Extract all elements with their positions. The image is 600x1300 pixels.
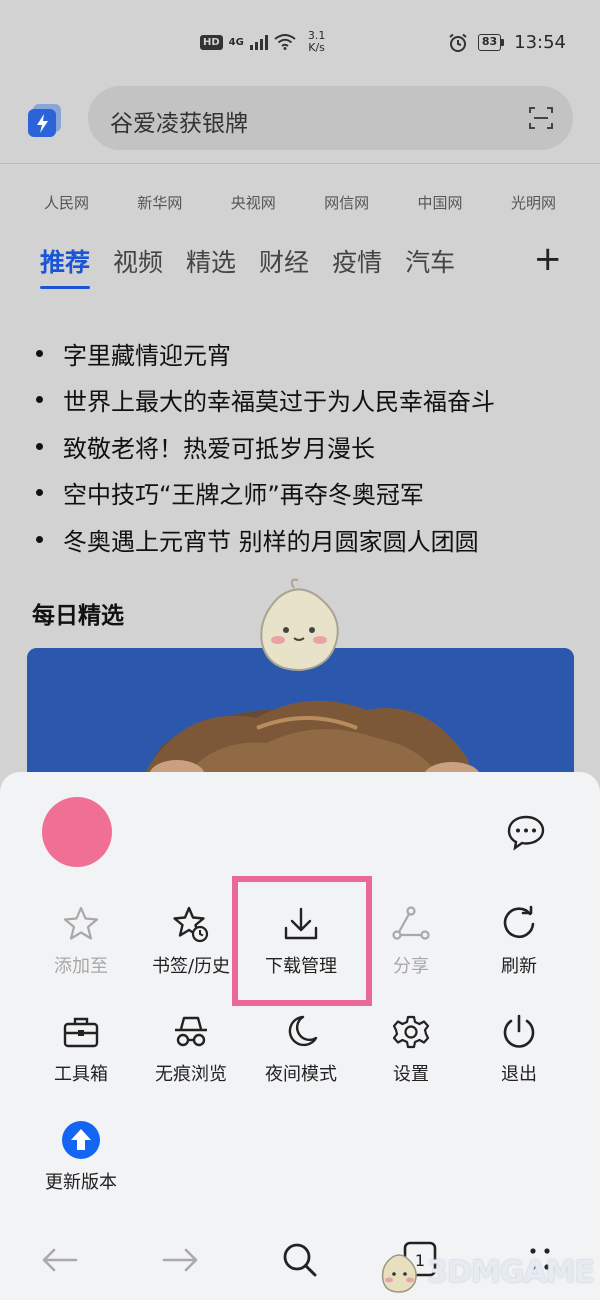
add-to-button[interactable]: 添加至 bbox=[26, 904, 136, 978]
night-mode-button[interactable]: 夜间模式 bbox=[246, 1012, 356, 1086]
menu-label: 书签/历史 bbox=[151, 956, 231, 977]
tab-epidemic[interactable]: 疫情 bbox=[332, 243, 382, 279]
quick-site-link[interactable]: 央视网 bbox=[207, 192, 300, 213]
back-arrow-icon[interactable] bbox=[38, 1238, 82, 1282]
headline-item[interactable]: 字里藏情迎元宵 bbox=[36, 330, 495, 377]
power-icon bbox=[503, 1014, 535, 1048]
headline-text: 空中技巧“王牌之师”再夺冬奥冠军 bbox=[63, 481, 424, 510]
browser-logo-icon[interactable] bbox=[27, 102, 63, 138]
menu-label: 夜间模式 bbox=[265, 1064, 337, 1085]
status-left: HD 4G 3.1 K/s bbox=[200, 30, 325, 54]
incognito-icon bbox=[175, 1016, 207, 1047]
search-input[interactable]: 谷爱凌获银牌 bbox=[88, 86, 573, 150]
refresh-icon bbox=[503, 905, 535, 939]
bottom-navigation: 1 3DMGAME bbox=[0, 1228, 600, 1300]
tab-recommend[interactable]: 推荐 bbox=[40, 243, 91, 289]
quick-site-link[interactable]: 中国网 bbox=[394, 192, 487, 213]
menu-label: 刷新 bbox=[501, 956, 537, 977]
tab-featured[interactable]: 精选 bbox=[186, 243, 236, 279]
battery-level: 83 bbox=[477, 34, 502, 51]
menu-label: 添加至 bbox=[54, 956, 108, 977]
settings-button[interactable]: 设置 bbox=[356, 1012, 466, 1086]
headline-item[interactable]: 冬奥遇上元宵节 别样的月圆家圆人团圆 bbox=[36, 516, 495, 563]
quick-site-link[interactable]: 新华网 bbox=[113, 192, 206, 213]
headline-text: 字里藏情迎元宵 bbox=[63, 341, 231, 370]
watermark: 3DMGAME bbox=[375, 1250, 595, 1294]
tab-video[interactable]: 视频 bbox=[113, 243, 163, 279]
menu-label: 退出 bbox=[501, 1064, 537, 1085]
incognito-button[interactable]: 无痕浏览 bbox=[136, 1012, 246, 1086]
menu-label: 无痕浏览 bbox=[155, 1064, 227, 1085]
status-bar: HD 4G 3.1 K/s 83 13:54 bbox=[0, 0, 600, 80]
net-speed-unit: K/s bbox=[308, 41, 325, 54]
tab-auto[interactable]: 汽车 bbox=[405, 243, 455, 279]
channel-tabs: 推荐 视频 精选 财经 疫情 汽车 bbox=[40, 243, 455, 289]
headline-text: 冬奥遇上元宵节 别样的月圆家圆人团圆 bbox=[63, 527, 479, 556]
search-icon[interactable] bbox=[278, 1238, 322, 1282]
headline-text: 世界上最大的幸福莫过于为人民幸福奋斗 bbox=[63, 388, 495, 417]
quick-site-link[interactable]: 光明网 bbox=[487, 192, 580, 213]
headline-item[interactable]: 空中技巧“王牌之师”再夺冬奥冠军 bbox=[36, 470, 495, 517]
gear-icon bbox=[392, 1015, 430, 1049]
menu-label: 设置 bbox=[393, 1064, 429, 1085]
net-speed: 3.1 K/s bbox=[308, 30, 326, 54]
clock: 13:54 bbox=[514, 32, 566, 53]
header-divider bbox=[0, 163, 600, 164]
upgrade-arrow-icon bbox=[62, 1121, 100, 1159]
headline-item[interactable]: 致敬老将！热爱可抵岁月漫长 bbox=[36, 423, 495, 470]
mascot-watermark-icon bbox=[260, 578, 339, 672]
signal-icon bbox=[249, 34, 268, 50]
bottom-menu-sheet: 添加至 书签/历史 下载管理 分享 刷新 工具箱 无痕浏览 夜间模式 设置 退出 bbox=[0, 772, 600, 1300]
bookmarks-history-button[interactable]: 书签/历史 bbox=[136, 904, 246, 978]
network-type: 4G bbox=[228, 36, 244, 48]
quick-site-link[interactable]: 网信网 bbox=[300, 192, 393, 213]
menu-label: 工具箱 bbox=[54, 1064, 108, 1085]
watermark-text: 3DMGAME bbox=[427, 1254, 595, 1290]
exit-button[interactable]: 退出 bbox=[464, 1012, 574, 1086]
menu-label: 更新版本 bbox=[45, 1172, 117, 1193]
toolbox-button[interactable]: 工具箱 bbox=[26, 1012, 136, 1086]
watermark-mascot-icon bbox=[382, 1254, 418, 1293]
headline-text: 致敬老将！热爱可抵岁月漫长 bbox=[63, 434, 375, 463]
share-icon bbox=[392, 906, 430, 940]
status-right: 83 13:54 bbox=[448, 32, 566, 53]
daily-section-title: 每日精选 bbox=[32, 603, 124, 629]
star-icon bbox=[63, 906, 99, 940]
forward-arrow-icon[interactable] bbox=[158, 1238, 202, 1282]
message-icon[interactable] bbox=[506, 812, 546, 852]
scan-icon[interactable] bbox=[527, 104, 555, 132]
star-clock-icon bbox=[173, 906, 209, 943]
headline-item[interactable]: 世界上最大的幸福莫过于为人民幸福奋斗 bbox=[36, 377, 495, 424]
moon-icon bbox=[288, 1015, 318, 1047]
highlight-annotation bbox=[232, 876, 372, 1006]
search-row: 谷爱凌获银牌 bbox=[0, 86, 600, 152]
quick-site-link[interactable]: 人民网 bbox=[20, 192, 113, 213]
toolbox-icon bbox=[63, 1017, 99, 1048]
add-channel-icon[interactable]: + bbox=[534, 242, 563, 276]
avatar[interactable] bbox=[42, 797, 112, 867]
update-version-button[interactable]: 更新版本 bbox=[26, 1120, 136, 1194]
tab-finance[interactable]: 财经 bbox=[259, 243, 309, 279]
hd-badge: HD bbox=[200, 34, 223, 50]
quick-sites: 人民网 新华网 央视网 网信网 中国网 光明网 bbox=[20, 192, 580, 213]
share-button[interactable]: 分享 bbox=[356, 904, 466, 978]
refresh-button[interactable]: 刷新 bbox=[464, 904, 574, 978]
wifi-icon bbox=[274, 34, 296, 50]
battery-icon: 83 bbox=[477, 34, 505, 51]
menu-label: 分享 bbox=[393, 956, 429, 977]
search-query: 谷爱凌获银牌 bbox=[110, 111, 248, 137]
headline-list: 字里藏情迎元宵 世界上最大的幸福莫过于为人民幸福奋斗 致敬老将！热爱可抵岁月漫长… bbox=[36, 330, 495, 563]
alarm-icon bbox=[449, 33, 467, 52]
